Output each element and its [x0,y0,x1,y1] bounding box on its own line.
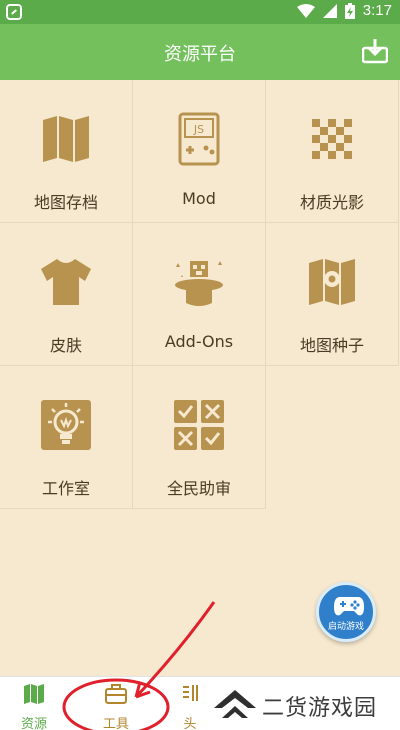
map-icon [39,112,93,166]
grid-item-label: 地图种子 [299,336,364,355]
grid-item-studio[interactable]: 工作室 [0,366,133,509]
svg-text:JS: JS [193,123,204,136]
grid-item-skin[interactable]: 皮肤 [0,223,133,366]
review-grid-icon [172,398,226,452]
grid-item-texture-shader[interactable]: 材质光影 [266,80,399,223]
grid-item-label: 地图存档 [33,193,98,212]
toolbox-icon [105,683,127,705]
app-header: 资源平台 [0,24,400,80]
shirt-icon [39,255,93,309]
grid-item-label: 皮肤 [49,336,82,355]
status-time: 3:17 [362,2,392,19]
grid-item-label: 全民助审 [166,479,231,498]
magic-hat-icon [172,255,226,309]
battery-charging-icon [344,2,355,19]
avatar-icon [179,683,201,705]
tab-label: 资源 [20,717,47,730]
status-bar: 3:17 [0,0,400,24]
grid-item-public-review[interactable]: 全民助审 [133,366,266,509]
page-title: 资源平台 [164,44,236,65]
tab-tools[interactable]: 工具 [76,677,156,730]
system-icons: 3:17 [296,2,392,19]
grid-item-label: 工作室 [41,479,90,498]
grid-item-addons[interactable]: Add-Ons [133,223,266,366]
watermark-logo-icon [212,686,258,722]
app-notification-icon [6,4,22,20]
download-icon[interactable] [361,38,389,64]
site-watermark: 二货游戏园 [210,680,400,728]
signal-icon [322,3,337,18]
tab-resources[interactable]: 资源 [0,677,74,730]
grid-item-mod[interactable]: JS Mod [133,80,266,223]
tab-label: 工具 [102,717,129,730]
watermark-text: 二货游戏园 [262,696,378,721]
map-pin-icon [305,255,359,309]
gamepad-icon [334,595,364,617]
studio-bulb-icon [39,398,93,452]
grid-item-label: Add-Ons [164,332,234,351]
grid-item-map-archive[interactable]: 地图存档 [0,80,133,223]
launch-game-label: 启动游戏 [327,622,364,632]
launch-game-button[interactable]: 启动游戏 [316,582,376,642]
mod-device-icon: JS [172,112,226,166]
grid-item-map-seed[interactable]: 地图种子 [266,223,399,366]
map-icon [23,683,45,705]
grid-item-label: Mod [182,189,216,208]
grid-item-label: 材质光影 [299,193,364,212]
checker-texture-icon [305,112,359,166]
wifi-icon [296,3,315,18]
